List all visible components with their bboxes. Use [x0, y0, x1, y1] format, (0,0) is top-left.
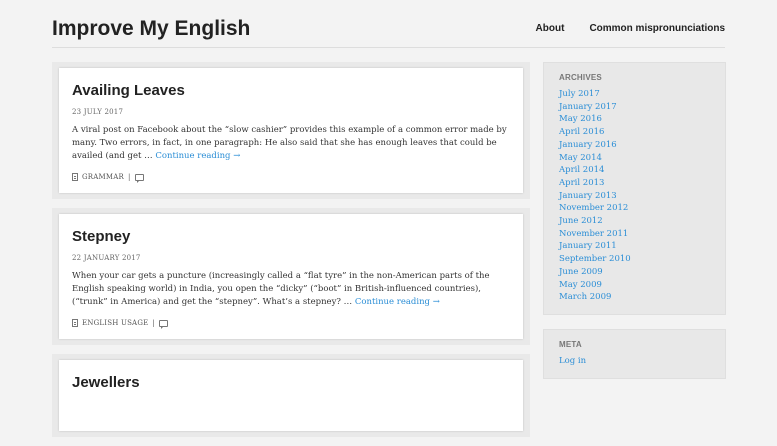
- meta-widget: META Log in: [543, 328, 726, 379]
- comment-icon[interactable]: [158, 319, 168, 329]
- continue-reading-link[interactable]: Continue reading →: [355, 297, 440, 307]
- list-item: May 2016: [559, 113, 711, 126]
- archive-link[interactable]: July 2017: [559, 89, 600, 99]
- list-item: March 2009: [559, 291, 711, 304]
- archives-title: ARCHIVES: [559, 73, 602, 82]
- post: Jewellers: [59, 360, 523, 431]
- archive-link[interactable]: November 2011: [559, 229, 628, 239]
- archive-link[interactable]: January 2017: [559, 102, 617, 112]
- meta-separator: |: [152, 319, 155, 327]
- archive-link[interactable]: November 2012: [559, 203, 628, 213]
- comment-icon[interactable]: [134, 173, 144, 183]
- post-title[interactable]: Jewellers: [72, 374, 510, 391]
- archive-link[interactable]: January 2013: [559, 191, 617, 201]
- list-item: April 2013: [559, 177, 711, 190]
- list-item: June 2012: [559, 215, 711, 228]
- site-title[interactable]: Improve My English: [52, 17, 250, 41]
- meta-separator: |: [127, 173, 131, 181]
- main-nav: About Common mispronunciations: [536, 23, 725, 34]
- archive-link[interactable]: June 2009: [559, 267, 603, 277]
- archive-link[interactable]: September 2010: [559, 254, 631, 264]
- list-item: November 2011: [559, 228, 711, 241]
- post-card: Stepney 22 JANUARY 2017 When your car ge…: [52, 208, 530, 345]
- list-item: Log in: [559, 355, 711, 368]
- post-card: Jewellers: [52, 354, 530, 437]
- archive-link[interactable]: May 2016: [559, 114, 602, 124]
- post-meta: GRAMMAR |: [72, 173, 510, 183]
- archive-link[interactable]: January 2016: [559, 140, 617, 150]
- list-item: May 2009: [559, 279, 711, 292]
- nav-common-mispronunciations-link[interactable]: Common mispronunciations: [589, 23, 725, 34]
- nav-about-link[interactable]: About: [536, 23, 565, 34]
- list-item: January 2016: [559, 139, 711, 152]
- list-item: January 2013: [559, 190, 711, 203]
- post-date: 23 JULY 2017: [72, 108, 124, 116]
- continue-reading-link[interactable]: Continue reading →: [155, 151, 240, 161]
- post-date: 22 JANUARY 2017: [72, 254, 141, 262]
- archives-list: July 2017 January 2017 May 2016 April 20…: [559, 88, 711, 304]
- header-divider: [52, 47, 725, 48]
- log-in-link[interactable]: Log in: [559, 356, 586, 366]
- archive-link[interactable]: January 2011: [559, 241, 617, 251]
- post-excerpt: When your car gets a puncture (increasin…: [72, 270, 510, 309]
- post-list: Availing Leaves 23 JULY 2017 A viral pos…: [52, 62, 530, 446]
- archive-link[interactable]: April 2013: [559, 178, 604, 188]
- archive-link[interactable]: April 2016: [559, 127, 604, 137]
- post: Stepney 22 JANUARY 2017 When your car ge…: [59, 214, 523, 339]
- post-card: Availing Leaves 23 JULY 2017 A viral pos…: [52, 62, 530, 199]
- archive-link[interactable]: May 2014: [559, 153, 602, 163]
- document-icon: [72, 173, 78, 181]
- list-item: May 2014: [559, 152, 711, 165]
- meta-list: Log in: [559, 355, 711, 368]
- archive-link[interactable]: May 2009: [559, 280, 602, 290]
- archive-link[interactable]: March 2009: [559, 292, 611, 302]
- post-title[interactable]: Stepney: [72, 228, 510, 245]
- document-icon: [72, 319, 78, 327]
- post-excerpt: A viral post on Facebook about the “slow…: [72, 124, 510, 163]
- list-item: January 2011: [559, 240, 711, 253]
- archives-widget: ARCHIVES July 2017 January 2017 May 2016…: [543, 62, 726, 315]
- archive-link[interactable]: June 2012: [559, 216, 603, 226]
- list-item: April 2016: [559, 126, 711, 139]
- list-item: November 2012: [559, 202, 711, 215]
- archive-link[interactable]: April 2014: [559, 165, 604, 175]
- category-link[interactable]: GRAMMAR: [82, 173, 124, 181]
- list-item: April 2014: [559, 164, 711, 177]
- category-link[interactable]: ENGLISH USAGE: [82, 319, 148, 327]
- meta-title: META: [559, 339, 582, 349]
- list-item: September 2010: [559, 253, 711, 266]
- post-excerpt-text: A viral post on Facebook about the “slow…: [72, 125, 507, 161]
- list-item: July 2017: [559, 88, 711, 101]
- list-item: June 2009: [559, 266, 711, 279]
- list-item: January 2017: [559, 101, 711, 114]
- post-title[interactable]: Availing Leaves: [72, 82, 510, 99]
- sidebar: ARCHIVES July 2017 January 2017 May 2016…: [543, 62, 726, 393]
- post-meta: ENGLISH USAGE |: [72, 319, 510, 329]
- post: Availing Leaves 23 JULY 2017 A viral pos…: [59, 68, 523, 193]
